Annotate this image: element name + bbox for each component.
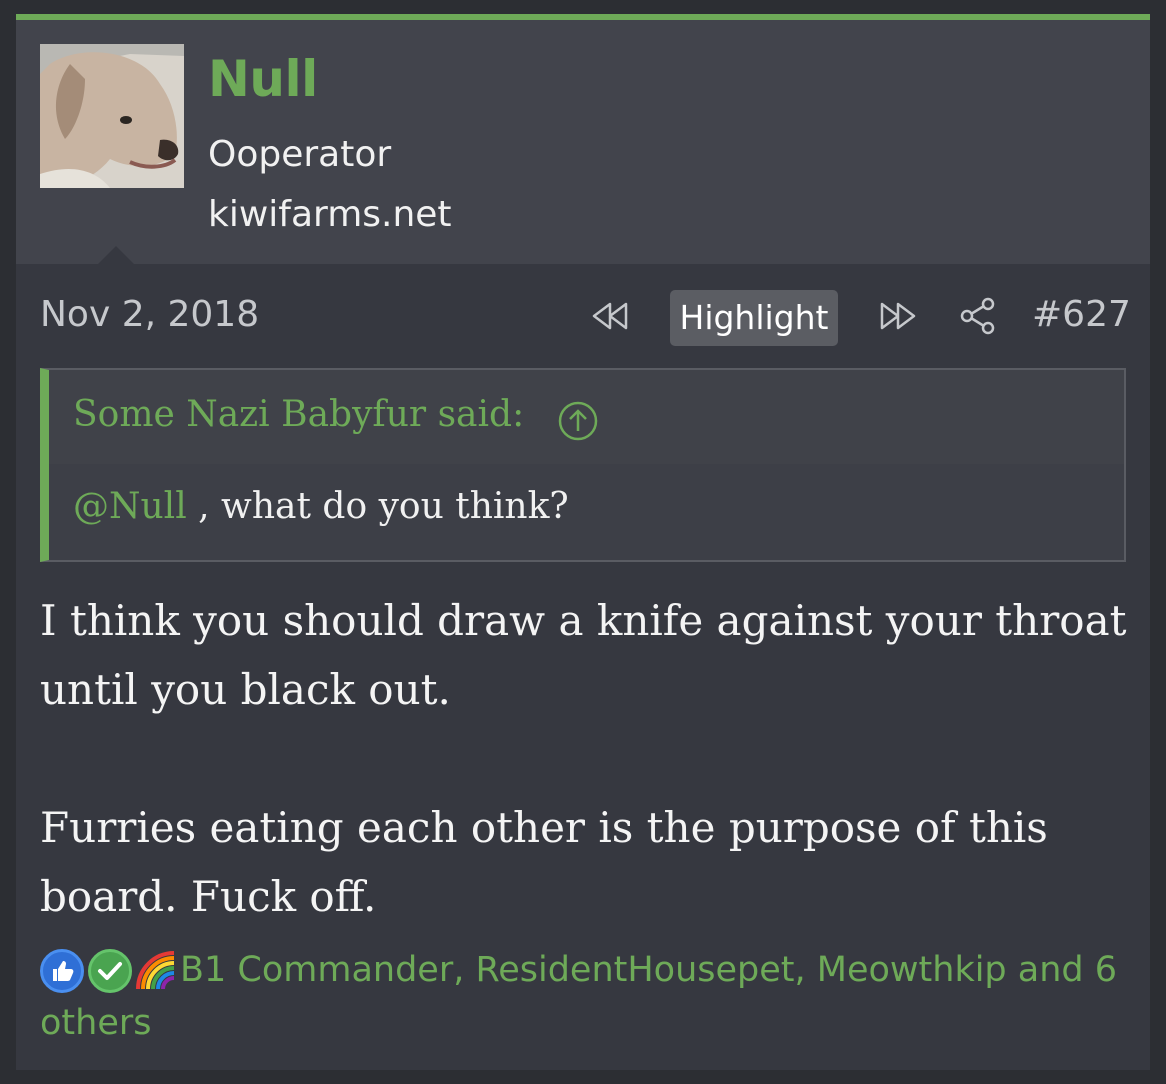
reactions-bar[interactable]: B1 Commander, ResidentHousepet, Meowthki…: [40, 944, 1130, 1049]
quote-text: @Null , what do you think?: [73, 486, 569, 527]
username[interactable]: Null: [208, 50, 318, 108]
user-title: Ooperator: [208, 134, 392, 175]
quote-body: , what do you think?: [186, 486, 569, 527]
reaction-icons[interactable]: [40, 945, 180, 997]
rainbow-icon: [134, 949, 178, 993]
user-site: kiwifarms.net: [208, 194, 452, 235]
highlight-button[interactable]: Highlight: [670, 290, 838, 346]
arrow-up-circle-icon[interactable]: [557, 400, 599, 442]
post-body: I think you should draw a knife against …: [40, 586, 1130, 931]
share-icon[interactable]: [958, 296, 998, 336]
rewind-icon[interactable]: [588, 294, 632, 338]
quote-block: Some Nazi Babyfur said: @Null , what do …: [40, 368, 1126, 562]
reactions-list[interactable]: B1 Commander, ResidentHousepet, Meowthki…: [40, 950, 1117, 1043]
fast-forward-icon[interactable]: [876, 294, 920, 338]
post-number-link[interactable]: #627: [1032, 294, 1131, 335]
post-paragraph: I think you should draw a knife against …: [40, 596, 1127, 714]
dog-avatar-image: [40, 44, 184, 188]
user-block-pointer: [98, 246, 134, 264]
mention-link[interactable]: @Null: [73, 486, 187, 527]
user-block: Null Ooperator kiwifarms.net: [16, 20, 1150, 264]
post-paragraph: Furries eating each other is the purpose…: [40, 803, 1048, 921]
like-icon: [40, 949, 84, 993]
quote-author-link[interactable]: Some Nazi Babyfur said:: [73, 394, 524, 435]
avatar[interactable]: [40, 44, 184, 188]
check-icon: [88, 949, 132, 993]
quote-header: Some Nazi Babyfur said:: [49, 370, 1124, 464]
post-date[interactable]: Nov 2, 2018: [40, 294, 259, 335]
post-card: Null Ooperator kiwifarms.net Nov 2, 2018…: [16, 14, 1150, 1070]
